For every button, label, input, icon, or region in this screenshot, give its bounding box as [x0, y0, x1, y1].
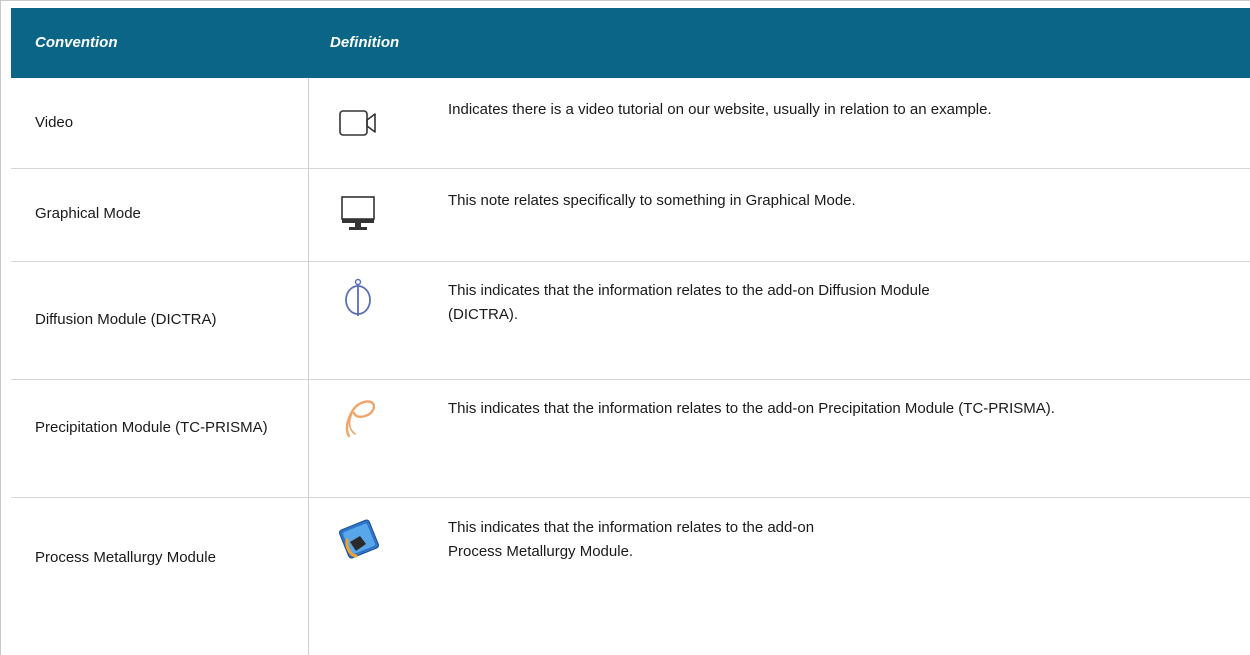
conventions-table: Convention Definition Video Indicates th… — [0, 0, 1250, 655]
definition-cell: This indicates that the information rela… — [448, 519, 815, 560]
precipitation-module-icon — [333, 398, 383, 438]
convention-cell: Video — [35, 114, 74, 131]
table-row-process-metallurgy-module: Process Metallurgy Module This indicates… — [11, 498, 1250, 655]
header-definition: Definition — [330, 34, 400, 51]
table-row-precipitation-module: Precipitation Module (TC-PRISMA) This in… — [11, 380, 1250, 498]
table-row-diffusion-module: Diffusion Module (DICTRA) This indicates… — [11, 262, 1250, 380]
diffusion-module-icon — [333, 278, 383, 318]
convention-cell: Diffusion Module (DICTRA) — [35, 311, 217, 328]
video-camera-icon — [333, 103, 383, 143]
definition-cell: Indicates there is a video tutorial on o… — [448, 101, 992, 118]
header-convention: Convention — [35, 34, 118, 51]
convention-cell: Graphical Mode — [35, 205, 141, 222]
table-row-graphical-mode: Graphical Mode This note relates specifi… — [11, 169, 1250, 262]
monitor-icon — [333, 193, 383, 233]
definition-cell: This indicates that the information rela… — [448, 400, 1055, 417]
process-metallurgy-module-icon — [333, 519, 383, 560]
definition-cell: This indicates that the information rela… — [448, 282, 930, 323]
table-header: Convention Definition — [11, 8, 1250, 78]
convention-cell: Precipitation Module (TC-PRISMA) — [35, 419, 268, 436]
convention-cell: Process Metallurgy Module — [35, 549, 216, 566]
definition-cell: This note relates specifically to someth… — [448, 192, 856, 209]
table-row-video: Video Indicates there is a video tutoria… — [11, 78, 1250, 169]
